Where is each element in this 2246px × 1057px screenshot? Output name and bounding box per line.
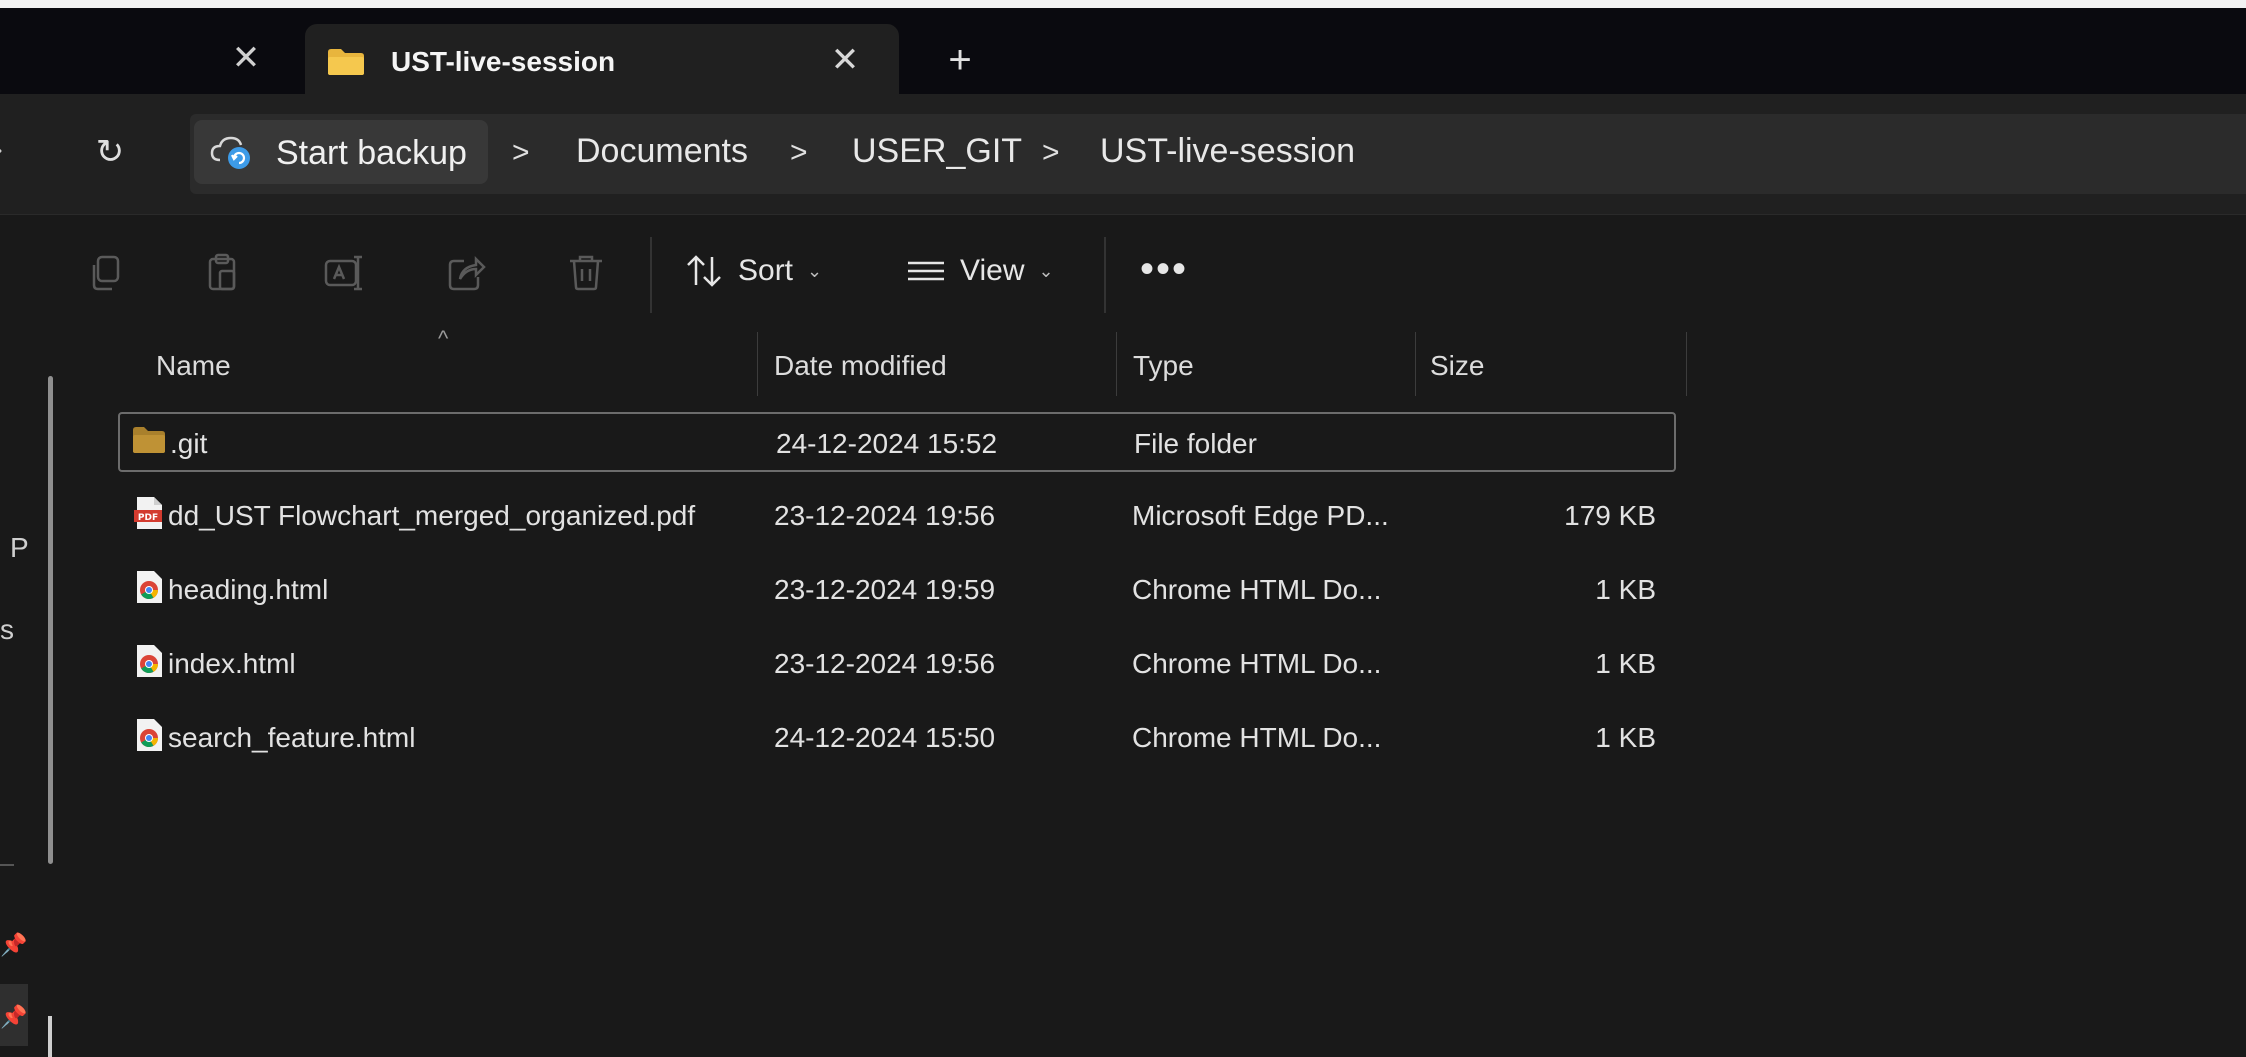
file-date: 23-12-2024 19:56	[774, 648, 996, 679]
sort-arrows-icon	[687, 255, 721, 287]
breadcrumb-ust-live-session[interactable]: UST-live-session	[1100, 132, 1355, 171]
tab-ust-live-session[interactable]: UST-live-session ✕	[305, 24, 899, 104]
tab-bar: ✕ UST-live-session ✕ +	[0, 8, 2246, 104]
column-divider[interactable]	[1686, 332, 1687, 396]
breadcrumb-separator[interactable]: >	[1042, 136, 1060, 170]
svg-text:PDF: PDF	[138, 513, 158, 523]
toolbar-divider	[650, 237, 652, 313]
file-name: index.html	[168, 648, 296, 679]
column-size-label: Size	[1430, 350, 1485, 381]
column-header-date-modified[interactable]: Date modified	[758, 332, 1116, 394]
start-backup-button[interactable]: Start backup	[194, 120, 488, 184]
up-arrow-icon[interactable]: ›	[0, 134, 10, 164]
toolbar-divider	[1104, 237, 1106, 313]
file-list: ^ Name Date modified Type Size .git 24-1…	[72, 326, 2246, 1057]
file-name: .git	[170, 428, 208, 459]
start-backup-label: Start backup	[276, 134, 467, 172]
cloud-backup-icon	[210, 136, 250, 169]
file-type: Microsoft Edge PD...	[1132, 500, 1389, 531]
file-size: 1 KB	[1595, 574, 1656, 605]
file-type: Chrome HTML Do...	[1132, 722, 1382, 753]
breadcrumb-documents[interactable]: Documents	[576, 132, 748, 171]
navigation-pane: P s 📌 📌	[0, 332, 73, 1057]
navigation-scrollbar[interactable]	[48, 376, 53, 864]
chrome-html-icon	[137, 571, 162, 603]
table-row[interactable]: .git 24-12-2024 15:52 File folder	[118, 412, 1676, 472]
delete-icon[interactable]	[564, 251, 608, 295]
chrome-html-icon	[137, 719, 162, 751]
rename-icon[interactable]	[322, 251, 366, 295]
file-size: 1 KB	[1595, 648, 1656, 679]
chevron-down-icon: ⌄	[1038, 260, 1054, 281]
nav-indicator	[48, 1016, 52, 1057]
column-type-label: Type	[1133, 350, 1194, 381]
column-header-name[interactable]: Name	[72, 332, 757, 394]
breadcrumb-separator[interactable]: >	[790, 136, 808, 170]
chrome-html-icon	[137, 645, 162, 677]
column-header-type[interactable]: Type	[1117, 332, 1415, 394]
address-bar[interactable]: Start backup > Documents > USER_GIT > US…	[190, 114, 2246, 194]
file-type: Chrome HTML Do...	[1132, 648, 1382, 679]
file-date: 23-12-2024 19:59	[774, 574, 996, 605]
file-type: Chrome HTML Do...	[1132, 574, 1382, 605]
file-name: dd_UST Flowchart_merged_organized.pdf	[168, 500, 696, 531]
refresh-icon[interactable]: ↻	[88, 130, 132, 174]
previous-tab-close-icon[interactable]: ✕	[226, 38, 266, 78]
table-row[interactable]: PDF dd_UST Flowchart_merged_organized.pd…	[118, 486, 1676, 546]
nav-item-partial-label[interactable]: s	[0, 614, 14, 646]
sort-button[interactable]: Sort ⌄	[684, 249, 822, 293]
file-date: 23-12-2024 19:56	[774, 500, 996, 531]
folder-icon	[328, 49, 364, 75]
copy-icon[interactable]	[84, 251, 128, 295]
file-type: File folder	[1134, 428, 1257, 459]
more-options-button[interactable]: •••	[1140, 249, 1188, 289]
file-date: 24-12-2024 15:52	[776, 428, 998, 459]
file-name: search_feature.html	[168, 722, 416, 753]
tab-close-icon[interactable]: ✕	[825, 40, 865, 80]
breadcrumb-user-git[interactable]: USER_GIT	[852, 132, 1022, 171]
address-bar-area: › ↻ Start backup > Documents > USER_GIT …	[0, 94, 2246, 214]
paste-icon[interactable]	[202, 251, 246, 295]
view-lines-icon	[908, 261, 944, 281]
sort-label: Sort	[738, 254, 794, 287]
column-name-label: Name	[156, 350, 231, 381]
table-row[interactable]: search_feature.html 24-12-2024 15:50 Chr…	[118, 708, 1676, 768]
column-date-label: Date modified	[774, 350, 947, 381]
view-button[interactable]: View ⌄	[906, 249, 1054, 293]
chevron-down-icon: ⌄	[807, 260, 823, 281]
new-tab-plus-icon[interactable]: +	[938, 40, 982, 84]
table-row[interactable]: heading.html 23-12-2024 19:59 Chrome HTM…	[118, 560, 1676, 620]
nav-item-partial-label[interactable]: P	[10, 532, 29, 564]
table-row[interactable]: index.html 23-12-2024 19:56 Chrome HTML …	[118, 634, 1676, 694]
pin-icon: 📌	[0, 932, 28, 957]
tab-title: UST-live-session	[391, 46, 616, 77]
column-header-size[interactable]: Size	[1416, 332, 1686, 394]
file-size: 179 KB	[1564, 500, 1656, 531]
file-size: 1 KB	[1595, 722, 1656, 753]
folder-icon	[133, 427, 165, 453]
window-top-edge	[0, 0, 2246, 8]
command-toolbar: Sort ⌄ View ⌄ •••	[0, 214, 2246, 333]
pdf-icon: PDF	[134, 497, 162, 529]
breadcrumb-separator[interactable]: >	[512, 136, 530, 170]
pin-icon: 📌	[0, 1004, 28, 1029]
file-date: 24-12-2024 15:50	[774, 722, 996, 753]
view-label: View	[960, 254, 1025, 287]
share-icon[interactable]	[444, 251, 488, 295]
nav-divider	[0, 864, 14, 866]
file-name: heading.html	[168, 574, 329, 605]
